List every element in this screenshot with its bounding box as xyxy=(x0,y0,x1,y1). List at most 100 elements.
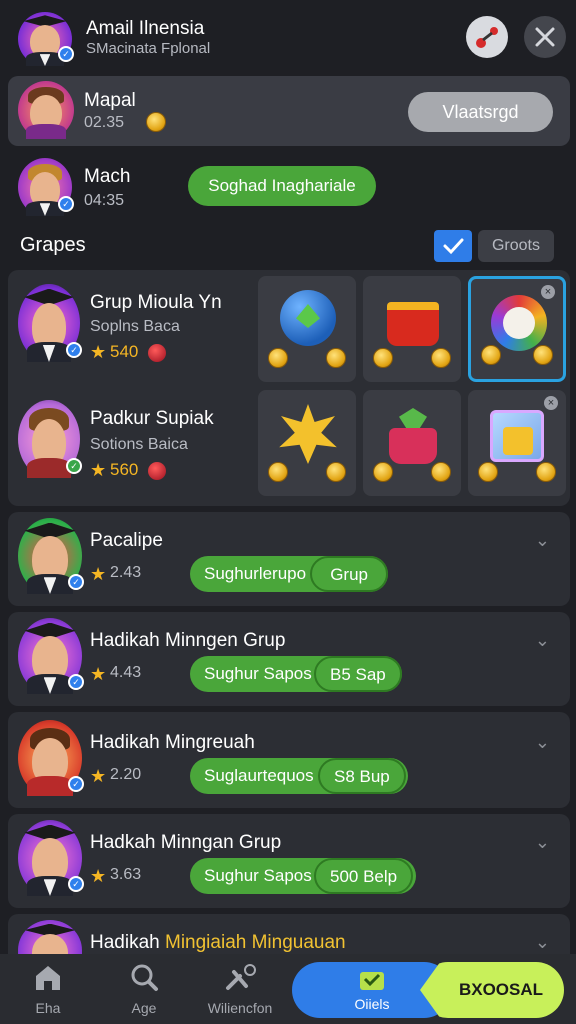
list-item-rating: 3.63 xyxy=(110,866,142,883)
home-icon xyxy=(36,966,60,990)
section-title: Grapes xyxy=(20,234,86,256)
list-item-name: Hadikah Minngen Grup xyxy=(90,630,286,651)
header-title: Amail Ilnensia xyxy=(86,18,205,39)
section-filter-button[interactable]: Groots xyxy=(478,230,554,262)
second-user-value: 04:35 xyxy=(84,192,125,209)
inbox-icon xyxy=(360,972,384,990)
coin-bucket-icon xyxy=(387,302,439,346)
gift-tile-leaf-globe[interactable] xyxy=(258,276,356,382)
list-item-action[interactable]: Sughur Sapos 500 Belp xyxy=(190,858,416,894)
list-item-tag: 500 Belp xyxy=(314,858,414,894)
gem-icon xyxy=(148,344,166,362)
star-icon: ★ xyxy=(90,342,107,362)
coin-icon xyxy=(326,348,346,368)
verified-icon: ✓ xyxy=(68,674,84,690)
coin-icon xyxy=(431,348,451,368)
list-item-tag: B5 Sap xyxy=(314,656,402,692)
verified-icon: ✓ xyxy=(68,876,84,892)
close-button[interactable] xyxy=(524,16,566,58)
coin-icon xyxy=(373,348,393,368)
verified-icon: ✓ xyxy=(58,46,74,62)
section-header: Grapes Groots xyxy=(0,228,576,264)
section-checkbox[interactable] xyxy=(434,230,472,262)
star-icon: ★ xyxy=(90,766,107,786)
list-item-action[interactable]: Sughurlerupo Grup xyxy=(190,556,388,592)
list-item-name: Hadikah Mingiaiah Minguauan xyxy=(90,932,346,954)
nav-item-search[interactable]: Age xyxy=(96,962,192,1016)
list-item-action[interactable]: Sughur Sapos B5 Sap xyxy=(190,656,402,692)
verified-icon: ✓ xyxy=(68,574,84,590)
gift-box-icon xyxy=(490,410,544,462)
smiley-wheel-icon xyxy=(491,295,547,351)
gift-tile-plant-pot[interactable] xyxy=(363,390,461,496)
second-user-avatar: ✓ xyxy=(18,158,74,216)
header-avatar[interactable]: ✓ xyxy=(18,12,74,66)
list-item-rating: 2.20 xyxy=(110,766,142,783)
featured-group-rating: 540 xyxy=(110,342,139,361)
verified-icon: ✓ xyxy=(66,342,82,358)
list-item-avatar: ✓ xyxy=(18,820,84,896)
list-item[interactable]: ✓ Pacalipe ★ 2.43 Sughurlerupo Grup ⌄ xyxy=(8,512,570,606)
chevron-down-icon[interactable]: ⌄ xyxy=(535,932,550,953)
gift-tile-gift-box[interactable]: × xyxy=(468,390,566,496)
nav-item-connect[interactable]: Wiliencfon xyxy=(192,962,288,1016)
nav-item-label: Age xyxy=(131,1000,157,1016)
link-button[interactable] xyxy=(466,16,508,58)
current-user-avatar xyxy=(18,81,74,139)
featured-groups-card: ✓ Grup Mioula Yn Soplns Baca ★ 540 × ✓ P… xyxy=(8,270,570,506)
list-item-name: Hadikah Mingreuah xyxy=(90,732,255,753)
list-item-tag: S8 Bup xyxy=(318,758,406,794)
chevron-down-icon[interactable]: ⌄ xyxy=(535,732,550,753)
coin-icon xyxy=(431,462,451,482)
list-item[interactable]: ✓ Hadikah Minngen Grup ★ 4.43 Sughur Sap… xyxy=(8,612,570,706)
current-user-action-label: Vlaatsrgd xyxy=(442,102,519,122)
second-user-action-label: Soghad Inaghariale xyxy=(208,176,356,195)
list-item-action-label: Sughur Sapos xyxy=(204,664,312,683)
list-item-rating: 4.43 xyxy=(110,664,142,681)
cta-button[interactable]: BXOOSAL xyxy=(420,962,564,1018)
coin-icon xyxy=(268,348,288,368)
remove-icon: × xyxy=(544,396,558,410)
check-icon xyxy=(443,238,464,255)
coin-icon xyxy=(268,462,288,482)
gem-icon xyxy=(148,462,166,480)
list-item-action-label: Sughurlerupo xyxy=(204,564,307,583)
featured-group-avatar: ✓ xyxy=(18,400,82,478)
list-item-name-highlight: Mingiaiah Minguauan xyxy=(165,932,346,953)
nav-item-label: Wiliencfon xyxy=(207,1000,273,1016)
close-icon xyxy=(535,27,555,47)
search-icon xyxy=(131,964,158,991)
star-icon: ★ xyxy=(90,664,107,684)
featured-group-rating: 560 xyxy=(110,460,139,479)
gift-tile-sun[interactable] xyxy=(258,390,356,496)
star-icon: ★ xyxy=(90,564,107,584)
list-item[interactable]: ✓ Hadikah Mingreuah ★ 2.20 Suglaurtequos… xyxy=(8,712,570,808)
cta-button-label: BXOOSAL xyxy=(458,980,544,999)
coin-icon xyxy=(146,112,166,132)
plant-pot-icon xyxy=(387,408,439,464)
section-filter-label: Groots xyxy=(491,237,540,254)
list-item-name: Pacalipe xyxy=(90,530,163,551)
list-item-action-label: Sughur Sapos xyxy=(204,866,312,885)
list-item-action[interactable]: Suglaurtequos S8 Bup xyxy=(190,758,408,794)
nav-item-home[interactable]: Eha xyxy=(0,962,96,1016)
leaf-globe-icon xyxy=(280,290,336,346)
chevron-down-icon[interactable]: ⌄ xyxy=(535,530,550,551)
list-item-action-label: Suglaurtequos xyxy=(204,766,314,785)
second-user-action-button[interactable]: Soghad Inaghariale xyxy=(188,166,376,206)
coin-icon xyxy=(533,345,553,365)
list-item-tag: Grup xyxy=(310,556,388,592)
list-item[interactable]: ✓ Hadkah Minngan Grup ★ 3.63 Sughur Sapo… xyxy=(8,814,570,908)
list-item-avatar: ✓ xyxy=(18,618,84,694)
featured-group-name: Grup Mioula Yn xyxy=(90,292,222,313)
gift-tile-smiley-wheel[interactable]: × xyxy=(468,276,566,382)
gift-tile-coin-bucket[interactable] xyxy=(363,276,461,382)
second-user-name: Mach xyxy=(84,166,131,187)
featured-group-subtitle: Sotions Baica xyxy=(90,436,188,453)
chevron-down-icon[interactable]: ⌄ xyxy=(535,630,550,651)
second-user-row[interactable]: ✓ Mach 04:35 Soghad Inaghariale xyxy=(0,152,576,222)
current-user-action-button[interactable]: Vlaatsrgd xyxy=(408,92,553,132)
list-item-avatar: ✓ xyxy=(18,518,84,594)
current-user-card[interactable]: Mapal 02.35 Vlaatsrgd xyxy=(8,76,570,146)
chevron-down-icon[interactable]: ⌄ xyxy=(535,832,550,853)
